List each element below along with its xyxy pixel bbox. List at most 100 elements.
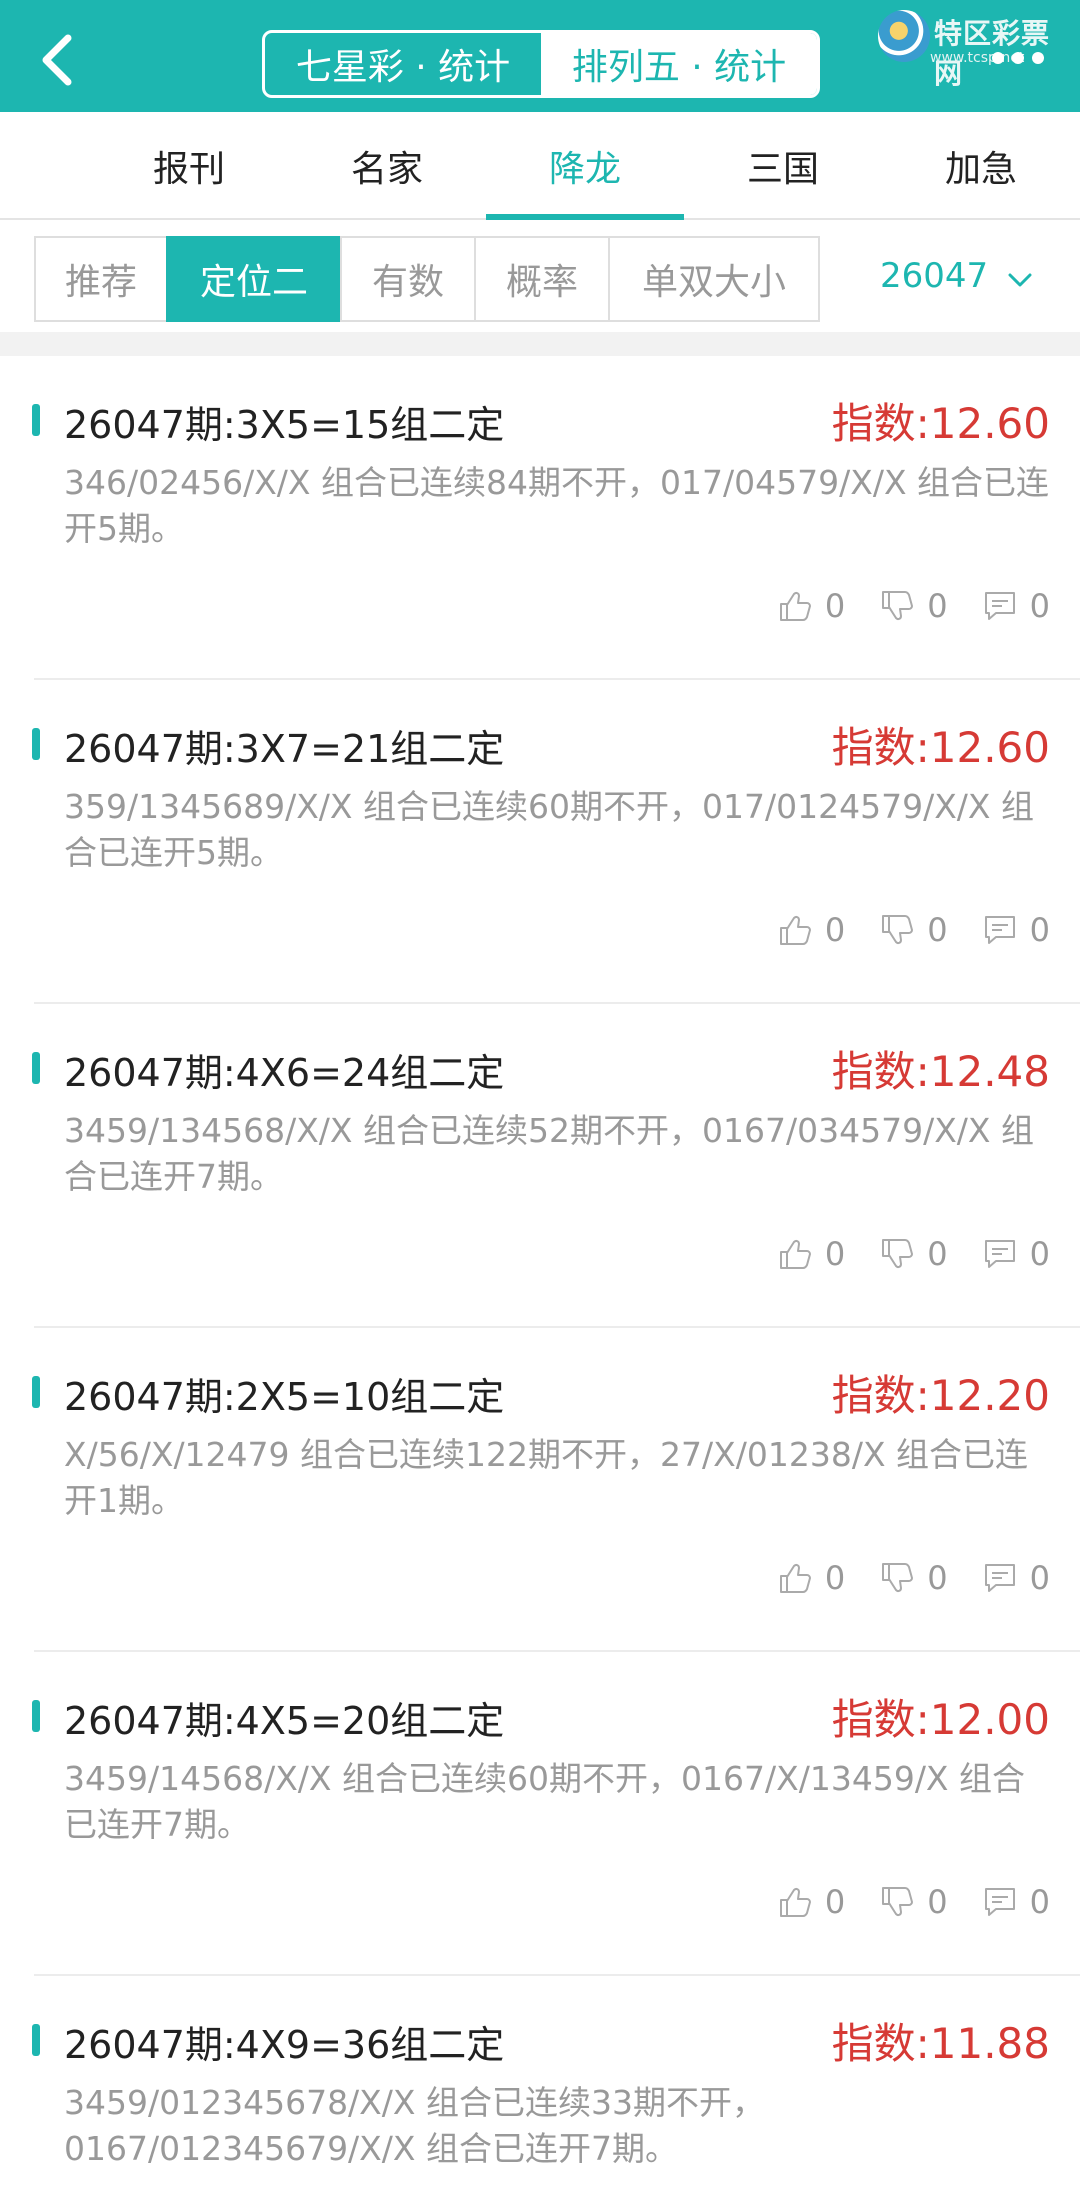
dislike-button[interactable]: 0 [879, 587, 948, 625]
item-title: 26047期:2X5=10组二定 [64, 1375, 505, 1419]
tab-baokan[interactable]: 报刊 [90, 112, 288, 220]
like-button[interactable]: 0 [777, 587, 845, 625]
accent-bar [32, 2024, 40, 2056]
comment-count: 0 [1029, 1559, 1050, 1597]
item-actions: 0 0 0 [743, 584, 1050, 628]
list-item[interactable]: 26047期:4X5=20组二定 指数:12.00 3459/14568/X/X… [0, 1652, 1080, 1976]
filter-youshu[interactable]: 有数 [340, 236, 476, 322]
active-tab-indicator [486, 214, 684, 220]
category-tabs: 版 报刊 名家 降龙 三国 加急 [0, 112, 1080, 220]
thumbs-down-icon [882, 1887, 914, 1917]
dislike-count: 0 [927, 911, 948, 949]
item-actions: 0 0 0 [743, 908, 1050, 952]
tab-xianglong[interactable]: 降龙 [486, 112, 684, 220]
item-title: 26047期:3X7=21组二定 [64, 727, 505, 771]
dislike-count: 0 [927, 1883, 948, 1921]
comment-button[interactable]: 0 [982, 1235, 1050, 1273]
tab-ban[interactable]: 版 [0, 112, 70, 220]
item-description: 3459/134568/X/X 组合已连续52期不开，0167/034579/X… [64, 1111, 1035, 1196]
filter-danshuang-daxiao[interactable]: 单双大小 [608, 236, 820, 322]
item-index: 指数:12.20 [831, 1371, 1050, 1420]
item-title: 26047期:3X5=15组二定 [64, 403, 505, 447]
chevron-down-icon[interactable] [1006, 266, 1034, 294]
dislike-button[interactable]: 0 [879, 911, 948, 949]
accent-bar [32, 404, 40, 436]
thumbs-up-icon [779, 1563, 811, 1593]
comment-icon [984, 916, 1015, 944]
item-index: 指数:12.60 [831, 399, 1050, 448]
segment-qixingcai[interactable]: 七星彩 · 统计 [265, 33, 541, 95]
dislike-button[interactable]: 0 [879, 1883, 948, 1921]
comment-button[interactable]: 0 [982, 1883, 1050, 1921]
like-count: 0 [824, 911, 846, 949]
item-title: 26047期:4X6=24组二定 [64, 1051, 505, 1095]
thumbs-down-icon [882, 591, 914, 621]
like-count: 0 [824, 1883, 846, 1921]
item-description: 359/1345689/X/X 组合已连续60期不开，017/0124579/X… [64, 787, 1035, 872]
item-description: X/56/X/12479 组合已连续122期不开，27/X/01238/X 组合… [64, 1435, 1029, 1520]
comment-icon [984, 1240, 1015, 1268]
period-select[interactable]: 26047 [880, 256, 988, 296]
item-description: 346/02456/X/X 组合已连续84期不开，017/04579/X/X 组… [64, 463, 1050, 548]
item-title: 26047期:4X5=20组二定 [64, 1699, 505, 1743]
filter-bar: 推荐 定位二 有数 概率 单双大小 26047 [0, 222, 1080, 332]
thumbs-up-icon [779, 591, 811, 621]
accent-bar [32, 728, 40, 760]
section-divider [0, 332, 1080, 356]
comment-button[interactable]: 0 [982, 587, 1050, 625]
item-index: 指数:11.88 [831, 2019, 1050, 2068]
comment-icon [984, 592, 1015, 620]
comment-count: 0 [1029, 1235, 1050, 1273]
filter-gailv[interactable]: 概率 [474, 236, 610, 322]
thumbs-down-icon [882, 915, 914, 945]
thumbs-up-icon [779, 1239, 811, 1269]
dislike-count: 0 [927, 587, 948, 625]
thumbs-up-icon [779, 1887, 811, 1917]
accent-bar [32, 1376, 40, 1408]
list-item[interactable]: 26047期:3X5=15组二定 指数:12.60 346/02456/X/X … [0, 356, 1080, 680]
item-index: 指数:12.48 [831, 1047, 1050, 1096]
comment-icon [984, 1564, 1015, 1592]
item-actions: 0 0 0 [743, 1556, 1050, 1600]
comment-button[interactable]: 0 [982, 1559, 1050, 1597]
tab-mingjia[interactable]: 名家 [288, 112, 486, 220]
lottery-switch: 七星彩 · 统计 排列五 · 统计 [262, 30, 820, 98]
like-button[interactable]: 0 [777, 1559, 845, 1597]
dislike-button[interactable]: 0 [879, 1235, 948, 1273]
dislike-count: 0 [927, 1559, 948, 1597]
thumbs-down-icon [882, 1239, 914, 1269]
tab-sanguo[interactable]: 三国 [684, 112, 882, 220]
like-count: 0 [824, 587, 846, 625]
comment-count: 0 [1029, 911, 1050, 949]
top-bar: 七星彩 · 统计 排列五 · 统计 特区彩票网 www.tcsp.net [0, 0, 1080, 112]
dislike-count: 0 [927, 1235, 948, 1273]
list-item[interactable]: 26047期:4X9=36组二定 指数:11.88 3459/012345678… [0, 1976, 1080, 2210]
item-actions: 0 0 0 [743, 1880, 1050, 1924]
comment-button[interactable]: 0 [982, 911, 1050, 949]
item-title: 26047期:4X9=36组二定 [64, 2023, 505, 2067]
back-icon[interactable] [30, 30, 90, 90]
list-item[interactable]: 26047期:2X5=10组二定 指数:12.20 X/56/X/12479 组… [0, 1328, 1080, 1652]
like-count: 0 [824, 1235, 846, 1273]
filter-tuijian[interactable]: 推荐 [34, 236, 168, 322]
list-item[interactable]: 26047期:4X6=24组二定 指数:12.48 3459/134568/X/… [0, 1004, 1080, 1328]
item-index: 指数:12.00 [831, 1695, 1050, 1744]
like-count: 0 [824, 1559, 846, 1597]
like-button[interactable]: 0 [777, 1235, 845, 1273]
thumbs-up-icon [779, 915, 811, 945]
comment-count: 0 [1029, 587, 1050, 625]
accent-bar [32, 1052, 40, 1084]
filter-dingwei-er[interactable]: 定位二 [166, 236, 342, 322]
like-button[interactable]: 0 [777, 1883, 845, 1921]
item-index: 指数:12.60 [831, 723, 1050, 772]
tab-jiaji[interactable]: 加急 [882, 112, 1080, 220]
item-actions: 0 0 0 [743, 1232, 1050, 1276]
more-menu-icon[interactable] [992, 52, 1052, 68]
segment-pailiewu[interactable]: 排列五 · 统计 [541, 33, 817, 95]
thumbs-down-icon [882, 1563, 914, 1593]
accent-bar [32, 1700, 40, 1732]
list-item[interactable]: 26047期:3X7=21组二定 指数:12.60 359/1345689/X/… [0, 680, 1080, 1004]
comment-icon [984, 1888, 1015, 1916]
dislike-button[interactable]: 0 [879, 1559, 948, 1597]
like-button[interactable]: 0 [777, 911, 845, 949]
